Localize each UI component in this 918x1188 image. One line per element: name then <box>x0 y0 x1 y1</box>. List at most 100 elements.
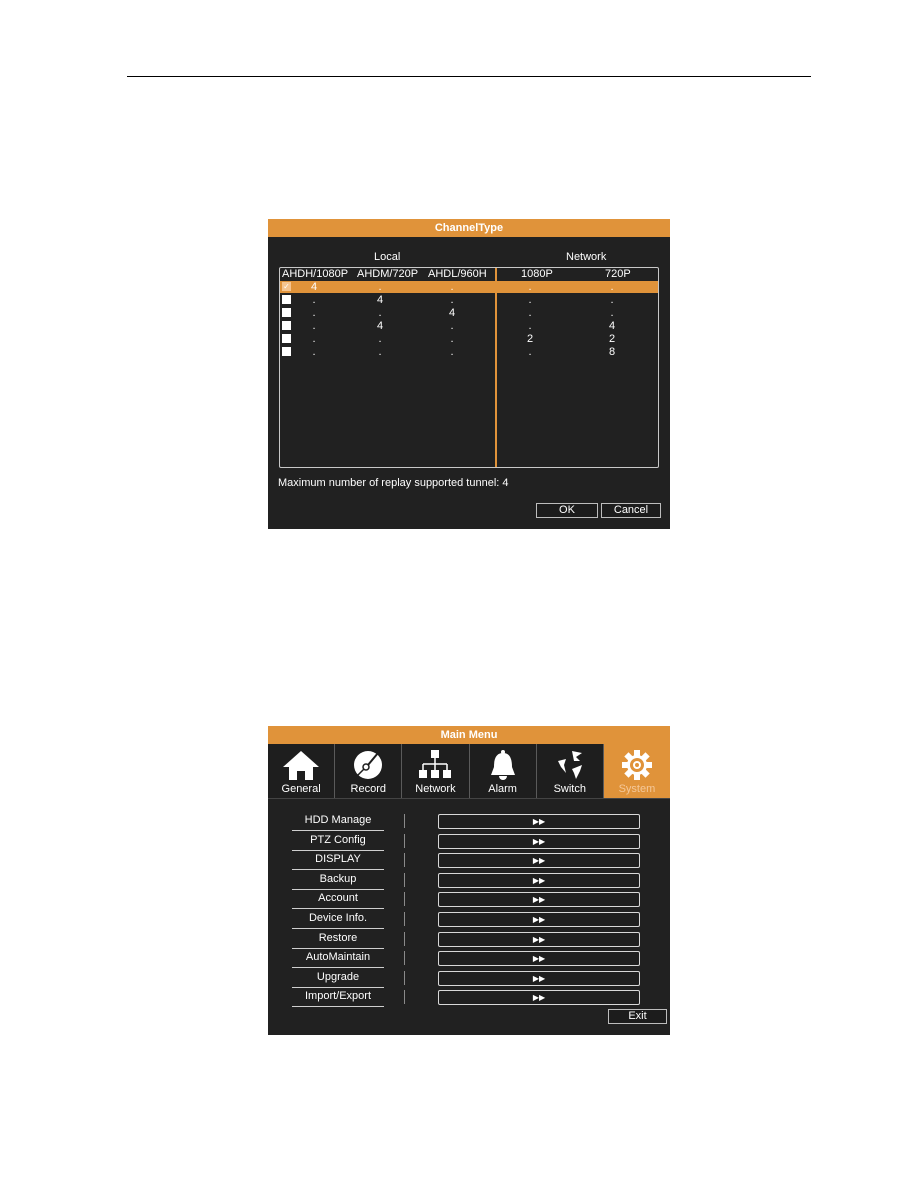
tab-switch[interactable]: Switch <box>536 744 604 798</box>
menu-item-separator <box>404 970 405 985</box>
channel-type-row[interactable]: .. 4.. <box>280 307 658 319</box>
channel-count-cell: . <box>450 320 454 332</box>
menu-item-enter-button[interactable]: ▶▶ <box>438 892 640 908</box>
menu-item-separator <box>404 892 405 907</box>
menu-item-enter-button[interactable]: ▶▶ <box>438 990 640 1006</box>
channel-type-row[interactable]: ... 2 2 <box>280 333 658 345</box>
tab-alarm[interactable]: Alarm <box>469 744 537 798</box>
menu-item-separator <box>404 912 405 926</box>
replay-tunnel-note: Maximum number of replay supported tunne… <box>278 477 509 489</box>
menu-item-enter-button[interactable]: ▶▶ <box>438 970 640 986</box>
network-group-label: Network <box>566 251 607 263</box>
channel-count-cell: . <box>312 294 316 306</box>
menu-item-label[interactable]: Import/Export <box>292 989 384 1008</box>
channel-count-cell: . <box>528 294 532 306</box>
menu-item-enter-button[interactable]: ▶▶ <box>438 853 640 869</box>
tab-label: General <box>281 783 321 795</box>
channel-count-cell: . <box>610 281 614 293</box>
tab-general[interactable]: General <box>268 744 336 798</box>
tab-record[interactable]: Record <box>335 744 403 798</box>
menu-item-separator <box>404 931 405 946</box>
menu-item-label[interactable]: PTZ Config <box>292 833 384 851</box>
cancel-button[interactable]: Cancel <box>601 503 661 518</box>
menu-item-separator <box>404 990 405 1005</box>
channel-count-cell: . <box>528 281 532 293</box>
channel-count-cell: . <box>312 307 316 319</box>
tab-label: Network <box>415 783 456 795</box>
menu-item-label[interactable]: HDD Manage <box>292 813 384 831</box>
menu-item-label[interactable]: Upgrade <box>292 970 384 988</box>
menu-item-separator <box>404 951 405 966</box>
row-checkbox[interactable]: ✓ <box>282 282 291 291</box>
channel-count-cell: . <box>528 346 532 358</box>
channel-count-cell: 4 <box>376 320 384 332</box>
channel-count-cell: . <box>528 320 532 332</box>
channel-count-cell: . <box>312 333 316 345</box>
network-icon <box>419 750 452 778</box>
local-group-label: Local <box>374 251 401 263</box>
channel-count-cell: 2 <box>608 333 616 345</box>
page-header-rule <box>127 76 811 77</box>
tab-label: Alarm <box>488 783 517 795</box>
menu-item-label[interactable]: AutoMaintain <box>292 950 384 969</box>
menu-item-label[interactable]: DISPLAY <box>292 852 384 871</box>
dialog-title: ChannelType <box>268 219 670 237</box>
channel-count-cell: 4 <box>448 307 456 319</box>
channel-type-row[interactable]: .... 8 <box>280 346 658 358</box>
tab-label: Record <box>350 783 386 795</box>
channel-count-cell: . <box>312 346 316 358</box>
home-icon <box>283 751 320 780</box>
bell-icon <box>490 750 515 780</box>
column-header: AHDH/1080P <box>282 268 349 280</box>
channel-count-cell: . <box>378 307 382 319</box>
menu-item-separator <box>404 814 405 828</box>
main-menu-dialog: Main Menu General Record Network Alarm S… <box>268 726 671 1035</box>
channel-count-cell: . <box>312 320 316 332</box>
tab-system[interactable]: System <box>603 744 671 798</box>
menu-item-enter-button[interactable]: ▶▶ <box>438 951 640 967</box>
menu-item-label[interactable]: Restore <box>292 931 384 949</box>
menu-item-enter-button[interactable]: ▶▶ <box>438 833 640 849</box>
tab-network[interactable]: Network <box>402 744 470 798</box>
row-checkbox[interactable] <box>282 321 291 330</box>
menu-item-enter-button[interactable]: ▶▶ <box>438 872 640 888</box>
row-checkbox[interactable] <box>282 334 291 343</box>
channel-type-table: AHDH/1080P AHDM/720P AHDL/960H 1080P 720… <box>279 267 659 468</box>
row-checkbox[interactable] <box>282 295 291 304</box>
disc-icon <box>354 751 383 779</box>
menu-item-enter-button[interactable]: ▶▶ <box>438 912 640 927</box>
channel-count-cell: . <box>378 281 382 293</box>
menu-item-label[interactable]: Backup <box>292 872 384 890</box>
channel-type-row[interactable]: . 4... <box>280 294 658 306</box>
channel-count-cell: . <box>450 294 454 306</box>
menu-item-label[interactable]: Account <box>292 891 384 910</box>
row-checkbox[interactable] <box>282 308 291 317</box>
exit-button[interactable]: Exit <box>608 1009 667 1024</box>
channel-count-cell: . <box>450 346 454 358</box>
channel-count-cell: 8 <box>608 346 616 358</box>
channel-count-cell: . <box>450 281 454 293</box>
channel-type-row[interactable]: . 4.. 4 <box>280 320 658 332</box>
switch-icon <box>557 751 582 779</box>
column-header: 1080P <box>521 268 553 280</box>
menu-item-enter-button[interactable]: ▶▶ <box>438 931 640 947</box>
channel-type-dialog: ChannelType Local Network AHDH/1080P AHD… <box>268 219 670 529</box>
channel-count-cell: 4 <box>310 281 318 293</box>
channel-count-cell: . <box>450 333 454 345</box>
row-checkbox[interactable] <box>282 347 291 356</box>
channel-count-cell: . <box>610 307 614 319</box>
channel-count-cell: . <box>610 294 614 306</box>
menu-item-separator <box>404 853 405 868</box>
menu-item-enter-button[interactable]: ▶▶ <box>438 814 640 829</box>
main-menu-tabs: General Record Network Alarm Switch Syst… <box>268 744 671 799</box>
menu-item-separator <box>404 872 405 887</box>
channel-type-row[interactable]: ✓ 4.... <box>280 281 658 293</box>
channel-count-cell: 4 <box>608 320 616 332</box>
channel-count-cell: 2 <box>526 333 534 345</box>
menu-item-label[interactable]: Device Info. <box>292 911 384 929</box>
ok-button[interactable]: OK <box>536 503 598 518</box>
dialog-title: Main Menu <box>268 726 670 744</box>
channel-count-cell: . <box>528 307 532 319</box>
column-header: 720P <box>605 268 631 280</box>
column-header: AHDM/720P <box>357 268 419 280</box>
